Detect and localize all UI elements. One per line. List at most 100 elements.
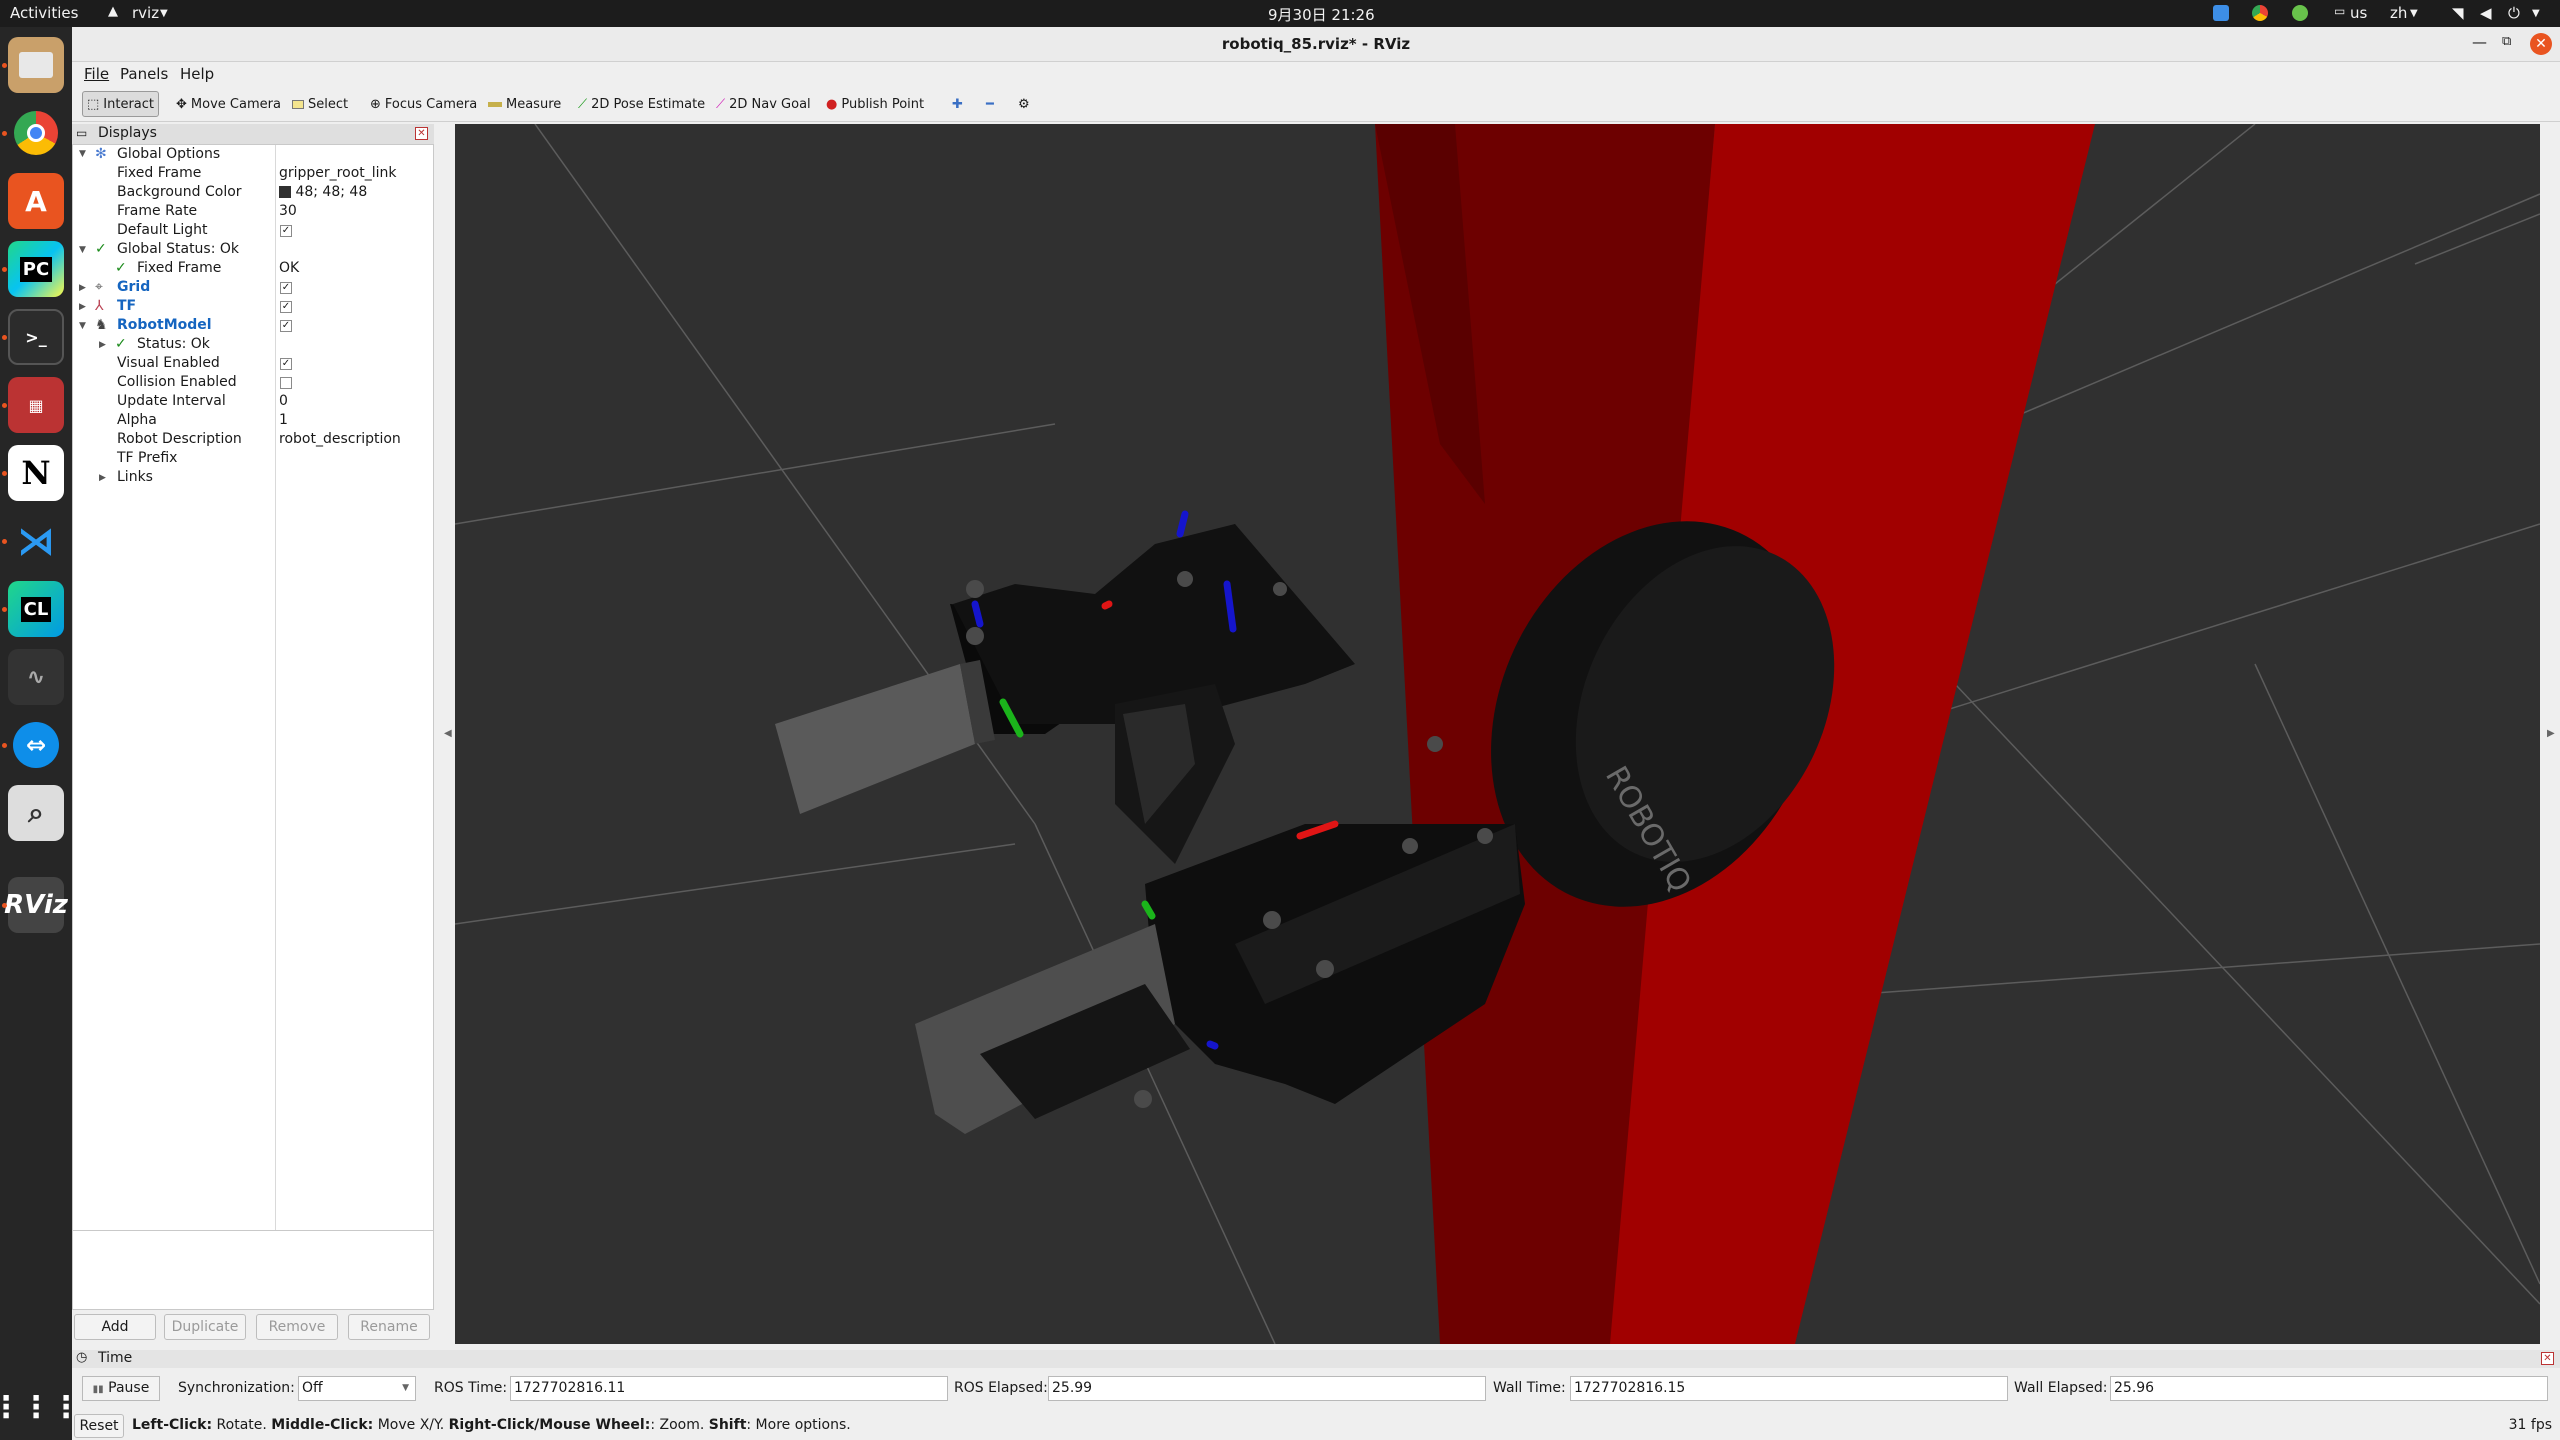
expand-arrow-icon[interactable]: ▼ — [79, 245, 86, 255]
menu-help[interactable]: Help — [180, 65, 214, 83]
reset-button[interactable]: Reset — [74, 1414, 124, 1438]
collision-enabled-checkbox[interactable] — [280, 377, 292, 389]
links-label[interactable]: Links — [117, 468, 153, 487]
chevron-down-icon: ▼ — [2532, 8, 2540, 19]
frame-rate-value[interactable]: 30 — [279, 202, 297, 221]
default-light-checkbox[interactable]: ✓ — [280, 225, 292, 237]
software-center-icon[interactable]: A — [8, 173, 64, 229]
ros-time-field[interactable]: 1727702816.11 — [510, 1376, 948, 1401]
clock[interactable]: 9月30日 21:26 — [1268, 4, 1375, 25]
close-panel-icon[interactable]: ✕ — [415, 127, 428, 140]
3d-render-viewport[interactable]: ROBOTIQ — [455, 124, 2540, 1344]
collapse-arrow-icon[interactable]: ▶ — [79, 283, 86, 293]
pose-estimate-tool-button[interactable]: ⟋ 2D Pose Estimate — [574, 91, 709, 117]
menu-panels[interactable]: Panels — [120, 65, 168, 83]
menu-file[interactable]: File — [84, 65, 109, 83]
collapse-arrow-icon[interactable]: ▶ — [99, 340, 106, 350]
pause-button[interactable]: ▮▮ Pause — [82, 1376, 160, 1401]
teamviewer-icon[interactable]: ⇔ — [8, 717, 64, 773]
notion-icon[interactable]: N — [8, 445, 64, 501]
keyboard-icon: ▭ — [2334, 4, 2346, 18]
splitter-right-arrow-icon[interactable]: ▶ — [2547, 728, 2555, 739]
wall-elapsed-field[interactable]: 25.96 — [2110, 1376, 2548, 1401]
fps-counter: 31 fps — [2508, 1417, 2552, 1433]
status-fixed-frame-value: OK — [279, 260, 300, 276]
select-tool-button[interactable]: Select — [288, 91, 352, 117]
sync-select[interactable]: Off ▼ — [298, 1376, 416, 1401]
update-interval-value[interactable]: 0 — [279, 392, 288, 411]
wall-time-field[interactable]: 1727702816.15 — [1570, 1376, 2008, 1401]
vscode-icon[interactable]: ⋊ — [8, 513, 64, 569]
remove-tool-icon[interactable]: ━ — [982, 91, 998, 117]
screenshot-tool-icon[interactable]: ▦ — [8, 377, 64, 433]
tf-prefix-value[interactable] — [279, 449, 429, 468]
close-panel-icon[interactable]: ✕ — [2541, 1352, 2554, 1365]
sync-label: Synchronization: — [178, 1380, 295, 1396]
default-light-label: Default Light — [117, 222, 208, 238]
tf-prefix-label: TF Prefix — [117, 450, 178, 466]
green-tray-icon[interactable] — [2292, 5, 2308, 21]
tf-checkbox[interactable]: ✓ — [280, 301, 292, 313]
grid-checkbox[interactable]: ✓ — [280, 282, 292, 294]
grid-display-label[interactable]: Grid — [117, 278, 150, 297]
add-display-button[interactable]: Add — [74, 1314, 156, 1340]
nav-goal-tool-button[interactable]: ⟋ 2D Nav Goal — [712, 91, 815, 117]
running-indicator — [2, 471, 7, 476]
input-method[interactable]: zh — [2390, 4, 2407, 22]
robotmodel-checkbox[interactable]: ✓ — [280, 320, 292, 332]
rename-display-button[interactable]: Rename — [348, 1314, 430, 1340]
chrome-tray-icon[interactable] — [2252, 5, 2268, 21]
app-menu-button[interactable]: rviz — [132, 4, 159, 22]
add-tool-icon[interactable]: ✚ — [948, 91, 967, 117]
pycharm-icon[interactable]: PC — [8, 241, 64, 297]
robot-status-label[interactable]: Status: Ok — [137, 335, 210, 354]
fixed-frame-value[interactable]: gripper_root_link — [279, 164, 397, 183]
expand-arrow-icon[interactable]: ▼ — [79, 321, 86, 331]
wifi-icon[interactable]: ◥ — [2452, 4, 2464, 22]
running-indicator — [2, 63, 7, 68]
robotmodel-display-label[interactable]: RobotModel — [117, 316, 212, 335]
focus-camera-tool-button[interactable]: ⊕ Focus Camera — [366, 91, 481, 117]
rviz-icon[interactable]: RViz — [4, 877, 68, 933]
global-options-label[interactable]: Global Options — [117, 145, 220, 164]
system-monitor-icon[interactable]: ∿ — [8, 649, 64, 705]
wall-time-label: Wall Time: — [1493, 1380, 1566, 1396]
move-camera-tool-button[interactable]: ✥ Move Camera — [172, 91, 285, 117]
chevron-down-icon: ▼ — [2410, 8, 2418, 19]
publish-point-tool-button[interactable]: ● Publish Point — [822, 91, 928, 117]
chrome-icon[interactable] — [8, 105, 64, 161]
remove-display-button[interactable]: Remove — [256, 1314, 338, 1340]
power-icon[interactable]: ⏻ — [2508, 4, 2520, 22]
expand-arrow-icon[interactable]: ▼ — [79, 149, 86, 159]
magenta-arrow-icon: ⟋ — [716, 96, 726, 112]
activities-button[interactable]: Activities — [10, 4, 78, 22]
keyboard-layout[interactable]: us — [2350, 4, 2367, 22]
ros-elapsed-field[interactable]: 25.99 — [1048, 1376, 1486, 1401]
visual-enabled-checkbox[interactable]: ✓ — [280, 358, 292, 370]
terminal-icon[interactable]: >_ — [8, 309, 64, 365]
global-status-label[interactable]: Global Status: Ok — [117, 240, 239, 259]
chat-tray-icon[interactable] — [2213, 5, 2229, 21]
measure-tool-button[interactable]: Measure — [484, 91, 565, 117]
robot-description-value[interactable]: robot_description — [279, 430, 401, 449]
scene-svg: ROBOTIQ — [455, 124, 2540, 1344]
duplicate-display-button[interactable]: Duplicate — [164, 1314, 246, 1340]
image-viewer-icon[interactable]: ⌕ — [8, 785, 64, 841]
show-applications-icon[interactable]: ⋮⋮⋮ — [0, 1379, 81, 1435]
close-icon[interactable]: ✕ — [2530, 33, 2552, 55]
collapse-arrow-icon[interactable]: ▶ — [79, 302, 86, 312]
clion-icon[interactable]: CL — [8, 581, 64, 637]
background-color-value[interactable]: 48; 48; 48 — [279, 183, 367, 202]
files-icon[interactable] — [8, 37, 64, 93]
displays-tree: ▼ ✻ Global Options Fixed Frame gripper_r… — [72, 144, 434, 1244]
minimize-icon[interactable]: — — [2472, 33, 2487, 51]
restore-icon[interactable]: ⧉ — [2502, 34, 2511, 49]
tool-properties-icon[interactable]: ⚙ — [1014, 91, 1034, 117]
tf-display-label[interactable]: TF — [117, 297, 136, 316]
time-panel: ▮▮ Pause Synchronization: Off ▼ ROS Time… — [72, 1368, 2560, 1406]
volume-icon[interactable]: ◀ — [2480, 4, 2492, 22]
collapse-arrow-icon[interactable]: ▶ — [99, 473, 106, 483]
interact-tool-button[interactable]: ⬚ Interact — [82, 91, 160, 117]
splitter-left-arrow-icon[interactable]: ◀ — [444, 728, 452, 739]
alpha-value[interactable]: 1 — [279, 411, 288, 430]
